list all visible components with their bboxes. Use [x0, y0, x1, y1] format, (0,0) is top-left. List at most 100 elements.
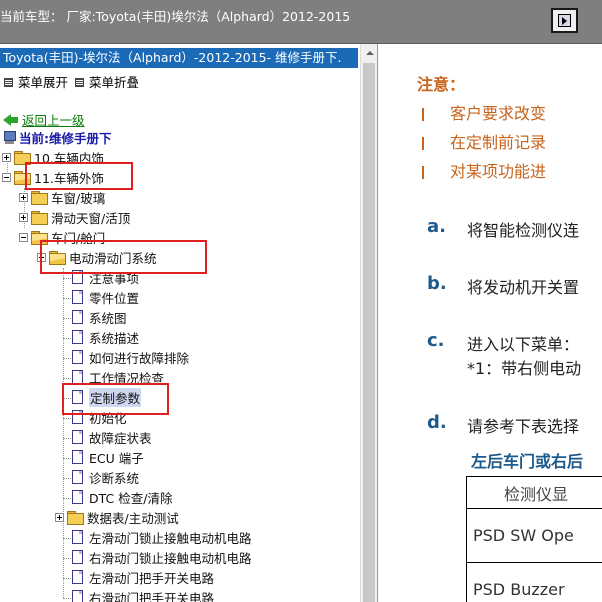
note-item: 客户要求改变: [422, 100, 546, 124]
table-header-cell: 检测仪显: [466, 476, 602, 509]
step-letter: c.: [427, 330, 445, 351]
collapse-menu-label: 菜单折叠: [89, 75, 140, 90]
tree-item-label: 系统图: [89, 310, 127, 326]
tree-item-label: 初始化: [89, 410, 127, 426]
scroll-up-icon[interactable]: [361, 44, 377, 61]
document-icon: [72, 470, 83, 484]
tree-item-label: 11.车辆外饰: [34, 170, 104, 186]
document-icon: [72, 450, 83, 464]
tree-item-data-list[interactable]: 数据表/主动测试: [55, 507, 179, 527]
collapse-toggle-icon[interactable]: [37, 252, 46, 262]
tree-item-symptom-table[interactable]: 故障症状表: [72, 427, 152, 447]
tree-item-11-exterior[interactable]: 11.车辆外饰: [2, 167, 104, 187]
tree-scrollbar[interactable]: [360, 44, 377, 602]
tree-item-right-handle-switch-circuit[interactable]: 右滑动门把手开关电路: [72, 587, 214, 602]
computer-icon: [3, 131, 16, 144]
tree-item-power-sliding-door[interactable]: 电动滑动门系统: [37, 247, 157, 267]
collapse-icon: [74, 77, 84, 87]
expand-toggle-icon[interactable]: [2, 152, 11, 162]
document-icon: [72, 410, 83, 424]
step-text: 将智能检测仪连: [467, 221, 580, 240]
expand-menu-label: 菜单展开: [18, 75, 69, 90]
tree-item-system-diagram[interactable]: 系统图: [72, 307, 127, 327]
collapse-toggle-icon[interactable]: [2, 172, 11, 182]
table-row: PSD Buzzer: [466, 562, 602, 602]
step-letter: b.: [427, 273, 447, 294]
navigate-button[interactable]: [551, 8, 578, 33]
tree-item-precautions[interactable]: 注意事项: [72, 267, 139, 287]
current-vehicle-title: 当前车型： 厂家:Toyota(丰田)埃尔法（Alphard）2012-2015: [0, 9, 351, 24]
content-panel: 注意： 客户要求改变 在定制前记录 对某项功能进 a. 将智能检测仪连 b. 将…: [380, 44, 602, 602]
tree-item-dtc-check[interactable]: DTC 检查/清除: [72, 487, 172, 507]
document-icon: [72, 530, 83, 544]
tree-item-label: 左滑动门锁止接触电动机电路: [89, 530, 252, 546]
note-title: 注意：: [417, 75, 466, 94]
expand-toggle-icon[interactable]: [19, 192, 28, 202]
tree-item-troubleshooting[interactable]: 如何进行故障排除: [72, 347, 189, 367]
document-icon: [72, 390, 83, 404]
tree-item-sunroof[interactable]: 滑动天窗/活顶: [19, 207, 130, 227]
back-link[interactable]: 返回上一级: [3, 110, 85, 129]
tree-item-diagnosis-system[interactable]: 诊断系统: [72, 467, 139, 487]
current-location: 当前:维修手册下: [3, 128, 112, 147]
tree-item-system-description[interactable]: 系统描述: [72, 327, 139, 347]
tree-item-label: 诊断系统: [89, 470, 140, 486]
document-icon: [72, 270, 83, 284]
tree-item-label: ECU 端子: [89, 450, 144, 466]
tree-item-doors[interactable]: 车门/舱门: [19, 227, 105, 247]
table-cell: PSD SW Ope: [466, 508, 602, 563]
open-folder-icon: [31, 230, 48, 245]
tree-item-label: 如何进行故障排除: [89, 350, 190, 366]
document-icon: [72, 590, 83, 602]
expand-toggle-icon[interactable]: [19, 212, 28, 222]
bullet-icon: [422, 166, 424, 179]
tree-item-10-interior[interactable]: 10.车辆内饰: [2, 147, 104, 167]
current-location-label: 当前:维修手册下: [19, 131, 112, 146]
tree-item-label: 零件位置: [89, 290, 140, 306]
table-title: 左后车门或右后: [471, 452, 584, 471]
title-bar: 当前车型： 厂家:Toyota(丰田)埃尔法（Alphard）2012-2015: [0, 0, 602, 44]
back-link-label: 返回上一级: [22, 113, 85, 128]
manual-title-banner: Toyota(丰田)-埃尔法（Alphard）-2012-2015- 维修手册下…: [0, 48, 358, 68]
step-letter: a.: [427, 216, 446, 237]
tree-item-label: 左滑动门把手开关电路: [89, 570, 215, 586]
tree-item-label: 电动滑动门系统: [69, 250, 157, 266]
document-icon: [72, 310, 83, 324]
scrollbar-thumb[interactable]: [363, 63, 375, 602]
tree-item-label: 车窗/玻璃: [51, 190, 106, 206]
tree-item-ecu-terminals[interactable]: ECU 端子: [72, 447, 144, 467]
document-icon: [72, 570, 83, 584]
step-letter: d.: [427, 412, 447, 433]
tree-item-label: 工作情况检查: [89, 370, 165, 386]
collapse-menu-button[interactable]: 菜单折叠: [74, 72, 139, 91]
open-folder-icon: [14, 170, 31, 185]
tree-item-operation-check[interactable]: 工作情况检查: [72, 367, 164, 387]
tree-item-label: 10.车辆内饰: [34, 150, 104, 166]
table-cell: PSD Buzzer: [466, 562, 602, 602]
document-icon: [72, 430, 83, 444]
folder-icon: [67, 510, 84, 525]
tree-item-parts-location[interactable]: 零件位置: [72, 287, 139, 307]
play-arrow-icon: [558, 14, 571, 27]
tree-item-label: 系统描述: [89, 330, 140, 346]
document-icon: [72, 290, 83, 304]
folder-icon: [31, 210, 48, 225]
step-note: *1：带右侧电动: [467, 359, 582, 378]
step-text: 请参考下表选择: [467, 417, 580, 436]
document-icon: [72, 330, 83, 344]
tree-item-label: 右滑动门把手开关电路: [89, 590, 215, 602]
tree-item-initialization[interactable]: 初始化: [72, 407, 127, 427]
parameter-table: 检测仪显 PSD SW Ope PSD Buzzer: [466, 476, 602, 602]
tree-item-customize-parameters[interactable]: 定制参数: [72, 387, 142, 407]
note-item: 对某项功能进: [422, 158, 546, 182]
tree-item-windows-glass[interactable]: 车窗/玻璃: [19, 187, 105, 207]
collapse-toggle-icon[interactable]: [19, 232, 28, 242]
step-text: 进入以下菜单：: [467, 335, 580, 354]
expand-menu-button[interactable]: 菜单展开: [3, 72, 68, 91]
expand-toggle-icon[interactable]: [55, 512, 64, 522]
tree-item-right-lock-motor-circuit[interactable]: 右滑动门锁止接触电动机电路: [72, 547, 252, 567]
folder-icon: [31, 190, 48, 205]
tree-item-left-handle-switch-circuit[interactable]: 左滑动门把手开关电路: [72, 567, 214, 587]
tree-item-left-lock-motor-circuit[interactable]: 左滑动门锁止接触电动机电路: [72, 527, 252, 547]
bullet-icon: [422, 137, 424, 150]
